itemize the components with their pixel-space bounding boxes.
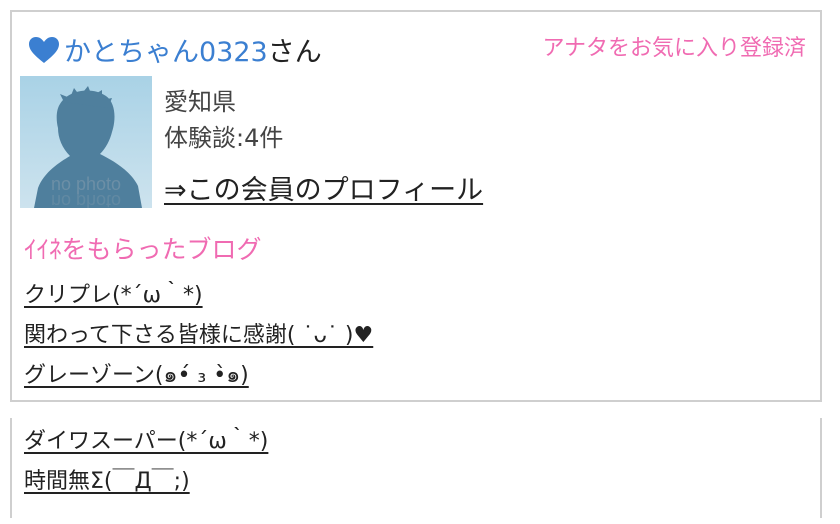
member-card-continued: ダイワスーパー(*´ω｀*) 時間無Σ(￣Д￣;) (10, 418, 822, 518)
liked-blogs-title: ｲｲﾈをもらったブログ (24, 235, 262, 264)
avatar-label-reflection: no photo (50, 191, 122, 208)
blog-link-1[interactable]: クリプレ(*´ω｀*) (24, 276, 373, 316)
favorite-status: アナタをお気に入り登録済 (542, 36, 806, 61)
liked-blog-list-continued: ダイワスーパー(*´ω｀*) 時間無Σ(￣Д￣;) (24, 422, 268, 502)
blog-link-5[interactable]: 時間無Σ(￣Д￣;) (24, 462, 268, 502)
prefecture: 愛知県 (164, 88, 236, 116)
liked-blog-list: クリプレ(*´ω｀*) 関わって下さる皆様に感謝( ˙ᴗ˙ )♥ グレーゾーン(… (24, 276, 373, 396)
honorific: さん (267, 37, 322, 68)
member-name-text[interactable]: かとちゃん0323 (64, 37, 268, 68)
blog-link-4[interactable]: ダイワスーパー(*´ω｀*) (24, 422, 268, 462)
blog-link-3[interactable]: グレーゾーン(๑•́ ₃ •̀๑) (24, 356, 373, 396)
blog-link-2[interactable]: 関わって下さる皆様に感謝( ˙ᴗ˙ )♥ (24, 316, 373, 356)
profile-link[interactable]: ⇒この会員のプロフィール (164, 168, 483, 207)
member-card: かとちゃん0323さん アナタをお気に入り登録済 no photo no pho… (10, 10, 822, 402)
member-name[interactable]: かとちゃん0323さん (64, 30, 322, 69)
heart-icon (29, 37, 59, 63)
experience-count: 体験談:4件 (164, 124, 284, 152)
avatar[interactable]: no photo no photo (20, 76, 152, 208)
